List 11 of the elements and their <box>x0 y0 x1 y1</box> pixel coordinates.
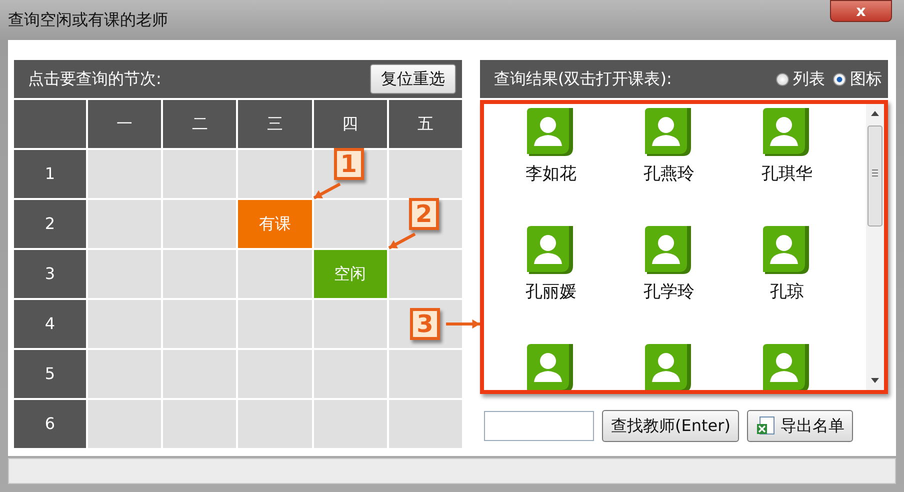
day-header: 四 <box>314 100 387 148</box>
day-header: 五 <box>388 100 462 148</box>
day-header: 三 <box>238 100 312 148</box>
step-number-tooltip: 1 <box>334 148 364 180</box>
day-header: 一 <box>88 100 162 148</box>
panel-title: 查询结果(双击打开课表): <box>494 68 672 90</box>
panel-title: 点击要查询的节次: <box>28 68 162 90</box>
window-title: 查询空闲或有课的老师 <box>8 9 168 31</box>
step-number-tooltip: 2 <box>408 198 439 230</box>
day-header: 二 <box>163 100 236 148</box>
step-number-tooltip: 3 <box>410 308 440 340</box>
